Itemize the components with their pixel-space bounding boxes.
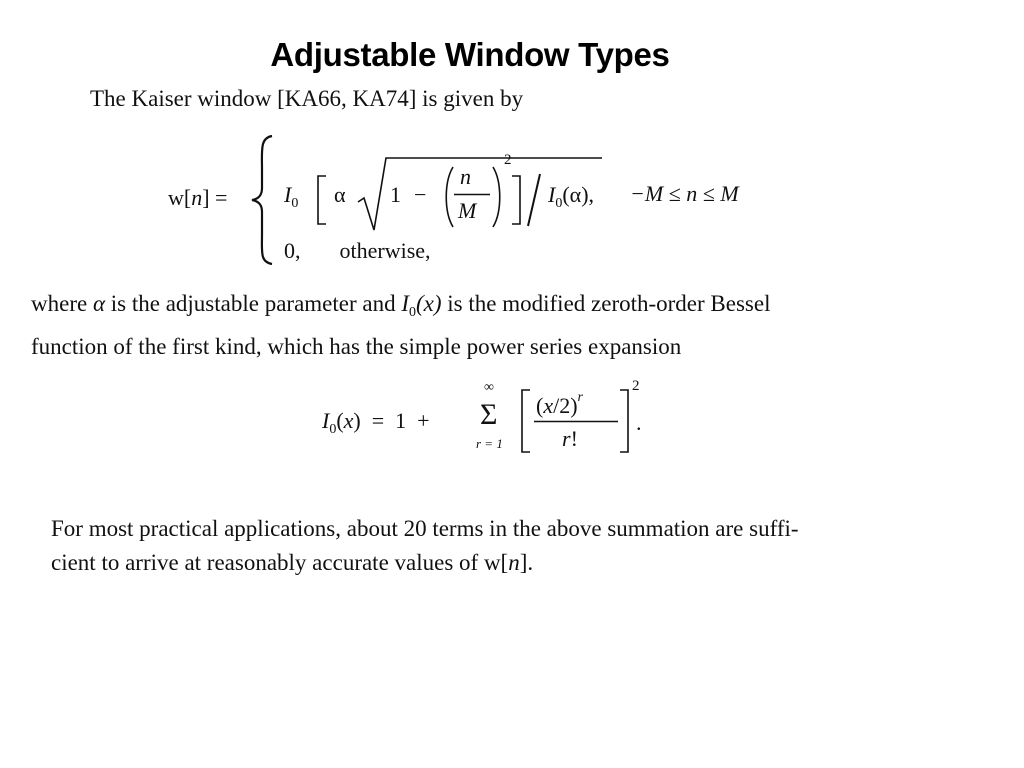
summation-note-paragraph: For most practical applications, about 2…: [51, 512, 1011, 580]
right-bracket-icon: [512, 175, 521, 225]
series-denominator: r!: [562, 426, 578, 451]
outer-exponent: 2: [632, 378, 640, 394]
sum-upper-limit: ∞: [484, 380, 494, 395]
right-bracket-icon: [620, 389, 629, 453]
sum-symbol: Σ: [480, 398, 498, 431]
bessel-series-equation: I0(x) = 1 + ∞ Σ r = 1 (x/2)r r! 2 .: [322, 378, 662, 468]
left-paren-icon: [445, 166, 454, 228]
fraction-bar: [454, 193, 490, 196]
case2-value: 0,: [284, 238, 301, 263]
case2-condition: otherwise,: [339, 238, 431, 263]
bessel-description-paragraph: where α is the adjustable parameter and …: [31, 287, 991, 364]
series-numerator: (x/2)r: [536, 390, 583, 418]
division-slash-icon: [527, 173, 541, 227]
right-paren-icon: [492, 166, 501, 228]
paragraph-line: cient to arrive at reasonably accurate v…: [51, 550, 534, 575]
equation-lhs: w[n] =: [168, 185, 228, 210]
intro-text: The Kaiser window [KA66, KA74] is given …: [90, 86, 524, 111]
kaiser-window-equation: w[n] = I0 α 1 − n M 2 I0(α), −M ≤ n ≤ M …: [168, 130, 808, 270]
left-brace-icon: [251, 134, 273, 266]
case1-condition: −M ≤ n ≤ M: [630, 181, 739, 206]
case2-expression: 0, otherwise,: [284, 238, 431, 264]
left-bracket-icon: [317, 175, 326, 225]
paragraph-line: For most practical applications, about 2…: [51, 516, 799, 541]
paragraph-line: function of the first kind, which has th…: [31, 334, 682, 359]
fraction-bar: [534, 420, 618, 423]
sum-lower-limit: r = 1: [476, 436, 503, 451]
left-bracket-icon: [521, 389, 530, 453]
equation-period: .: [636, 410, 642, 435]
slide-title: Adjustable Window Types: [270, 36, 670, 73]
paragraph-line: where α is the adjustable parameter and …: [31, 291, 771, 320]
